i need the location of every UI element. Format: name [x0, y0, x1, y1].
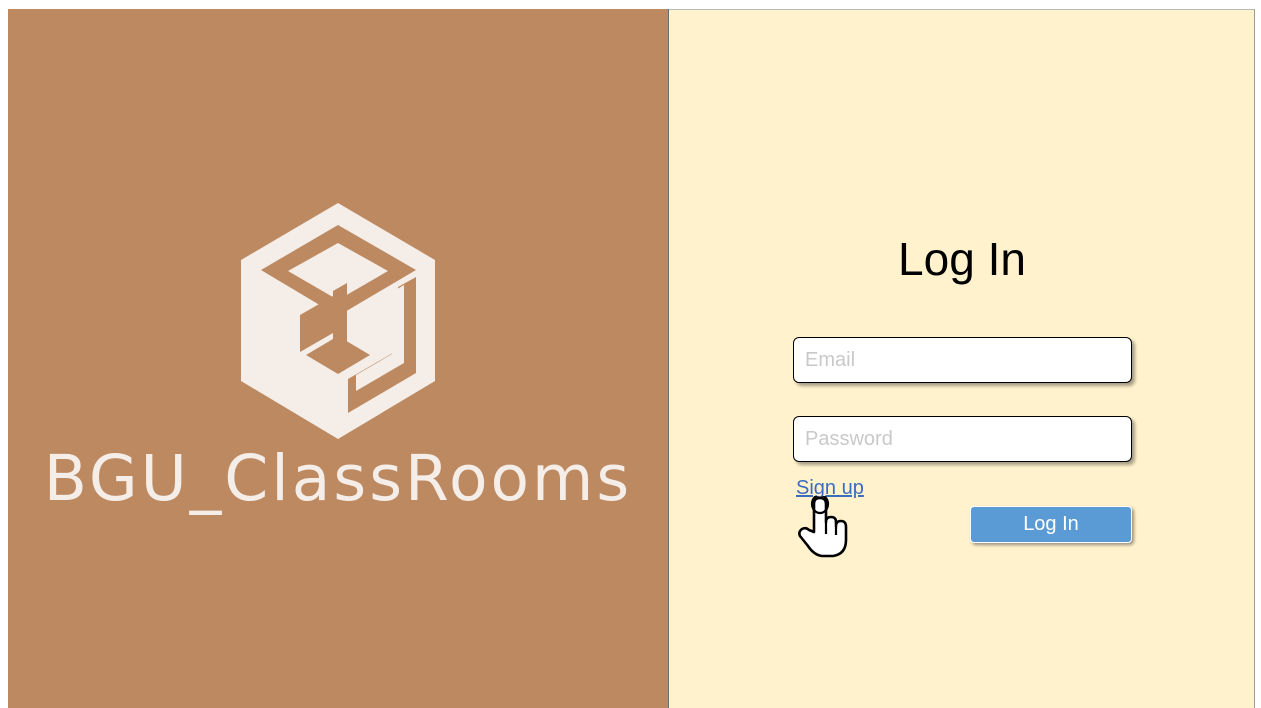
cube-logo-icon: [241, 203, 435, 439]
brand-name: BGU_ClassRooms: [43, 442, 633, 515]
page-title: Log In: [898, 233, 1026, 285]
hand-pointer-icon: [798, 496, 848, 558]
log-in-button[interactable]: Log In: [970, 506, 1132, 543]
login-panel: Log In Sign up Log In: [669, 9, 1255, 708]
login-screen: BGU_ClassRooms Log In Sign up Log In: [8, 9, 1255, 708]
password-field[interactable]: [793, 416, 1132, 462]
brand-panel: BGU_ClassRooms: [8, 9, 669, 708]
email-field[interactable]: [793, 337, 1132, 383]
